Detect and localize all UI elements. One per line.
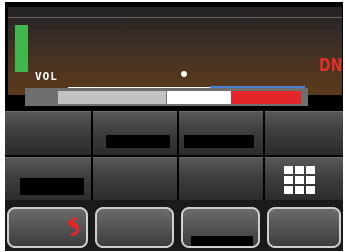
grid-cell-4[interactable] [265, 111, 343, 155]
softkey-3[interactable] [181, 207, 260, 248]
back-button[interactable] [7, 207, 88, 248]
grid-icon [284, 166, 316, 200]
back-arrow-icon [64, 216, 84, 242]
softkey-4[interactable] [267, 207, 341, 248]
meter-segment-mid [167, 91, 231, 104]
grid-cell-3[interactable] [179, 111, 263, 155]
meter-segment-high [231, 91, 301, 104]
cell-indicator [20, 178, 84, 195]
cell-indicator [106, 135, 170, 148]
cell-indicator [191, 236, 253, 246]
softkey-2[interactable] [95, 207, 174, 248]
mode-label: DN [319, 55, 343, 76]
keypad-button[interactable] [265, 157, 343, 201]
grid-cell-6[interactable] [93, 157, 177, 201]
radio-screen: VOL DN [5, 2, 343, 251]
level-meter [25, 88, 308, 106]
signal-meter [15, 25, 28, 72]
cell-indicator [184, 135, 254, 148]
grid-cell-5[interactable] [5, 157, 91, 201]
grid-cell-7[interactable] [179, 157, 263, 201]
meter-scale-line [210, 86, 305, 88]
vol-label: VOL [35, 70, 58, 83]
display-panel: VOL DN [8, 7, 342, 95]
display-divider [8, 17, 342, 18]
grid-cell-2[interactable] [93, 111, 177, 155]
meter-segment-low [58, 91, 166, 104]
volume-knob[interactable] [181, 71, 187, 77]
grid-cell-1[interactable] [5, 111, 91, 155]
